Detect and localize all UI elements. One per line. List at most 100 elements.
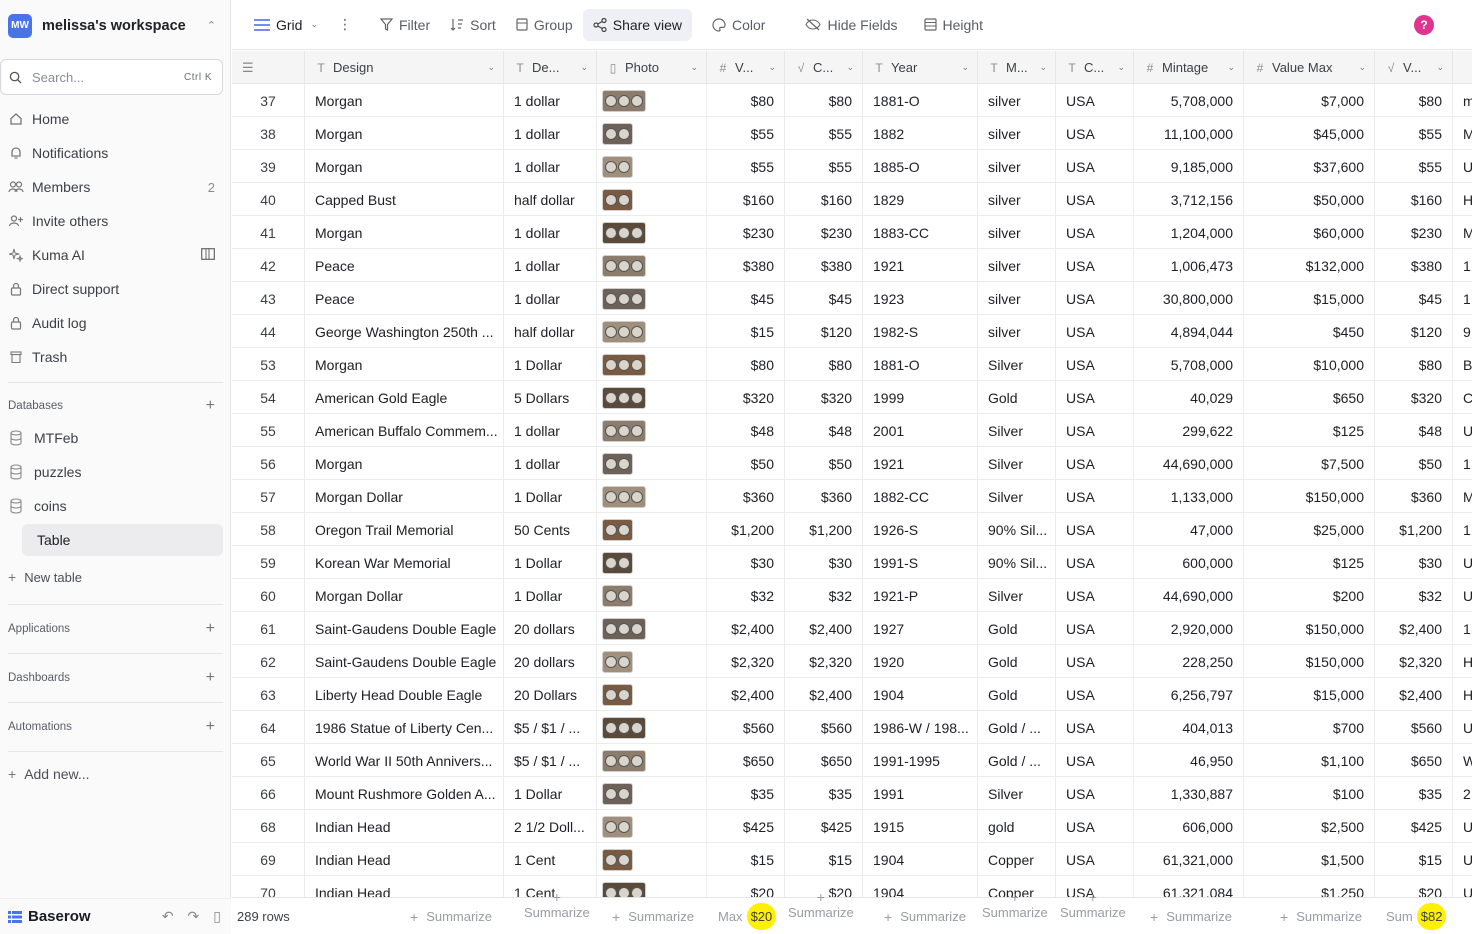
cell-design[interactable]: Saint-Gaudens Double Eagle (305, 612, 504, 645)
cell-extra[interactable]: U (1453, 711, 1472, 744)
cell-id[interactable]: 61 (232, 612, 305, 645)
cell-value-max[interactable]: $2,500 (1244, 810, 1375, 843)
cell-photo[interactable] (597, 513, 707, 546)
cell-denomination[interactable]: 1 dollar (504, 150, 597, 183)
cell-year[interactable]: 1881-O (863, 348, 978, 381)
cell-value-max[interactable]: $150,000 (1244, 612, 1375, 645)
cell-year[interactable]: 1920 (863, 645, 978, 678)
photo-thumbnail[interactable] (602, 551, 633, 574)
cell-id[interactable]: 37 (232, 84, 305, 117)
cell-design[interactable]: Indian Head (305, 843, 504, 876)
cell-mintage[interactable]: 404,013 (1134, 711, 1244, 744)
cell-value-max[interactable]: $1,100 (1244, 744, 1375, 777)
table-row[interactable]: 58 Oregon Trail Memorial 50 Cents $1,200 $1,… (232, 513, 1472, 546)
photo-thumbnail[interactable] (602, 452, 633, 475)
cell-photo[interactable] (597, 612, 707, 645)
add-new-button[interactable]: + Add new... (8, 766, 90, 782)
cell-design[interactable]: 1986 Statue of Liberty Cen... (305, 711, 504, 744)
cell-photo[interactable] (597, 579, 707, 612)
cell-c-value[interactable]: $35 (785, 777, 863, 810)
cell-year[interactable]: 1882 (863, 117, 978, 150)
cell-value-max[interactable]: $15,000 (1244, 282, 1375, 315)
cell-value[interactable]: $15 (707, 843, 785, 876)
photo-thumbnail[interactable] (602, 782, 633, 805)
cell-country[interactable]: USA (1056, 183, 1134, 216)
cell-value-max[interactable]: $25,000 (1244, 513, 1375, 546)
cell-extra[interactable]: 1 (1453, 612, 1472, 645)
cell-value[interactable]: $50 (707, 447, 785, 480)
cell-country[interactable]: USA (1056, 282, 1134, 315)
cell-photo[interactable] (597, 348, 707, 381)
chevron-down-icon[interactable]: ⌄ (1358, 62, 1366, 73)
cell-value-max[interactable]: $150,000 (1244, 480, 1375, 513)
cell-metal[interactable]: Silver (978, 414, 1056, 447)
sidebar-item-direct-support[interactable]: Direct support (0, 272, 231, 306)
sidebar-item-home[interactable]: Home (0, 102, 231, 136)
photo-thumbnail[interactable] (602, 716, 646, 739)
cell-value[interactable]: $1,200 (707, 513, 785, 546)
cell-mintage[interactable]: 9,185,000 (1134, 150, 1244, 183)
cell-mintage[interactable]: 47,000 (1134, 513, 1244, 546)
help-button[interactable]: ? (1414, 15, 1434, 35)
cell-id[interactable]: 66 (232, 777, 305, 810)
cell-year[interactable]: 1999 (863, 381, 978, 414)
cell-extra[interactable]: m (1453, 84, 1472, 117)
cell-v-formula[interactable]: $360 (1375, 480, 1453, 513)
cell-c-value[interactable]: $160 (785, 183, 863, 216)
aggregate-value-max[interactable]: Max $20 (718, 898, 777, 934)
cell-id[interactable]: 63 (232, 678, 305, 711)
cell-id[interactable]: 70 (232, 876, 305, 897)
cell-metal[interactable]: Gold (978, 645, 1056, 678)
cell-photo[interactable] (597, 315, 707, 348)
cell-value-max[interactable]: $15,000 (1244, 678, 1375, 711)
table-row[interactable]: 59 Korean War Memorial 1 Dollar $30 $30 1991-… (232, 546, 1472, 579)
column-header-design[interactable]: T Design ⌄ (305, 51, 504, 84)
cell-mintage[interactable]: 11,100,000 (1134, 117, 1244, 150)
photo-thumbnail[interactable] (602, 188, 633, 211)
cell-v-formula[interactable]: $80 (1375, 348, 1453, 381)
cell-v-formula[interactable]: $380 (1375, 249, 1453, 282)
cell-c-value[interactable]: $230 (785, 216, 863, 249)
cell-mintage[interactable]: 1,133,000 (1134, 480, 1244, 513)
cell-year[interactable]: 1921 (863, 249, 978, 282)
add-dashboard-icon[interactable]: + (206, 669, 215, 687)
cell-design[interactable]: Morgan (305, 447, 504, 480)
view-switcher[interactable]: Grid ⌄ (244, 9, 328, 41)
database-item-puzzles[interactable]: puzzles (0, 455, 231, 489)
summarize-design[interactable]: + Summarize (410, 898, 492, 934)
cell-extra[interactable]: 1 (1453, 447, 1472, 480)
cell-c-value[interactable]: $650 (785, 744, 863, 777)
photo-thumbnail[interactable] (602, 287, 646, 310)
cell-year[interactable]: 1904 (863, 678, 978, 711)
photo-thumbnail[interactable] (602, 485, 646, 508)
cell-value-max[interactable]: $650 (1244, 381, 1375, 414)
cell-country[interactable]: USA (1056, 678, 1134, 711)
summarize-value-max[interactable]: + Summarize (1280, 898, 1362, 934)
chevron-down-icon[interactable]: ⌄ (690, 62, 698, 73)
cell-denomination[interactable]: 2 1/2 Doll... (504, 810, 597, 843)
cell-id[interactable]: 58 (232, 513, 305, 546)
cell-photo[interactable] (597, 777, 707, 810)
cell-denomination[interactable]: 1 Dollar (504, 480, 597, 513)
cell-design[interactable]: Morgan Dollar (305, 579, 504, 612)
cell-metal[interactable]: 90% Sil... (978, 513, 1056, 546)
cell-photo[interactable] (597, 843, 707, 876)
cell-extra[interactable]: U (1453, 810, 1472, 843)
cell-c-value[interactable]: $320 (785, 381, 863, 414)
cell-extra[interactable]: U (1453, 546, 1472, 579)
cell-year[interactable]: 1885-O (863, 150, 978, 183)
cell-design[interactable]: Korean War Memorial (305, 546, 504, 579)
cell-year[interactable]: 1829 (863, 183, 978, 216)
cell-c-value[interactable]: $55 (785, 117, 863, 150)
cell-design[interactable]: Indian Head (305, 876, 504, 897)
cell-denomination[interactable]: 1 dollar (504, 414, 597, 447)
cell-value-max[interactable]: $1,250 (1244, 876, 1375, 897)
cell-denomination[interactable]: 1 Dollar (504, 777, 597, 810)
cell-value-max[interactable]: $50,000 (1244, 183, 1375, 216)
share-view-button[interactable]: Share view (582, 8, 692, 41)
cell-year[interactable]: 1991 (863, 777, 978, 810)
cell-c-value[interactable]: $425 (785, 810, 863, 843)
cell-value-max[interactable]: $700 (1244, 711, 1375, 744)
cell-value[interactable]: $230 (707, 216, 785, 249)
cell-denomination[interactable]: 20 dollars (504, 645, 597, 678)
